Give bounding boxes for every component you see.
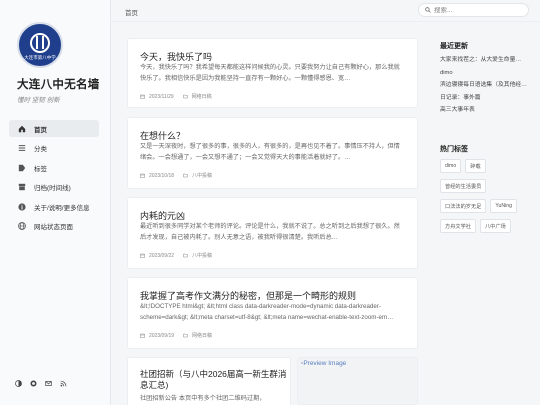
calendar-icon	[140, 333, 145, 338]
post-card[interactable]: 社团招新（与八中2026届高一新生群消息汇总) 社团招新公告 本页中有多个社团二…	[127, 357, 291, 405]
tag-chip[interactable]: 碎载	[465, 159, 486, 173]
post-meta: 2023/09/19 网络日稿	[140, 332, 212, 339]
folder-icon	[183, 253, 188, 258]
logo-ring	[30, 33, 50, 53]
post-excerpt: &lt;!DOCTYPE html&gt; &lt;html class dat…	[140, 303, 394, 321]
post-category[interactable]: 八中投稿	[192, 252, 212, 259]
calendar-icon	[140, 253, 145, 258]
divider	[111, 21, 540, 22]
tag-cloud: dimo 碎载 曾经的生活委员 口法法的岁无足 YuNing 方舟文学社 八中广…	[440, 159, 532, 233]
recent-list: 大家来找茬之：从大爱生命量… dimo 滨边寝寝每日语选集（及其他经典… 日记录…	[440, 54, 530, 117]
nav-item-status[interactable]: 网站状态页面	[9, 218, 99, 235]
post-thumbnail[interactable]: ▫Preview Image	[297, 357, 418, 405]
post-category[interactable]: 网络日稿	[192, 93, 212, 100]
theme-toggle-icon[interactable]	[15, 380, 22, 387]
nav-item-label: 网站状态页面	[34, 224, 73, 231]
thumbnail-alt: Preview Image	[303, 360, 347, 367]
info-icon	[17, 202, 27, 212]
folder-icon	[183, 333, 188, 338]
tag-chip[interactable]: YuNing	[490, 199, 518, 213]
tag-chip[interactable]: 八中广场	[479, 219, 511, 233]
post-card[interactable]: 今天，我快乐了吗 今天，我快乐了吗？我希望每天都能这样问候我的心灵。只要我努力让…	[127, 38, 418, 108]
nav-item-label: 标签	[34, 165, 47, 173]
search-icon	[425, 7, 431, 13]
post-date: 2023/09/19	[149, 332, 175, 339]
post-excerpt: 最近听到很多同学对某个老师的评论。评论是什么，我就不说了。总之听到之后我想了很久…	[140, 223, 400, 241]
folder-icon	[183, 173, 188, 178]
email-icon[interactable]	[45, 380, 52, 387]
post-date: 2023/09/22	[149, 252, 175, 259]
recent-item[interactable]: 日记录：事外篇	[440, 92, 530, 105]
post-meta: 2023/10/18 八中投稿	[140, 172, 212, 179]
recent-title: 最近更新	[440, 43, 468, 50]
github-icon[interactable]	[30, 380, 37, 387]
post-card[interactable]: 我掌握了高考作文满分的秘密，但那是一个畸形的规则 &lt;!DOCTYPE ht…	[127, 277, 418, 349]
nav-item-about[interactable]: 关于/说明/更多信息	[9, 198, 99, 215]
calendar-icon	[140, 173, 145, 178]
nav-item-home[interactable]: 首页	[9, 120, 99, 137]
home-icon	[17, 124, 27, 134]
post-card[interactable]: 内耗的元凶 最近听到很多同学对某个老师的评论。评论是什么，我就不说了。总之听到之…	[127, 197, 418, 269]
recent-item[interactable]: 大家来找茬之：从大爱生命量…	[440, 54, 530, 67]
post-excerpt: 今天，我快乐了吗？我希望每天都能这样问候我的心灵。只要我努力让自己有颗好心，那么…	[140, 64, 400, 82]
recent-item[interactable]: dimo	[440, 67, 530, 80]
post-meta: 2023/09/22 八中投稿	[140, 252, 212, 259]
nav-item-archive[interactable]: 归档(时间线)	[9, 179, 99, 196]
school-logo[interactable]: 大连市第八中学	[17, 22, 63, 68]
site-subtitle: 懂时 坚韧 创新	[17, 97, 60, 104]
post-category[interactable]: 八中投稿	[192, 172, 212, 179]
post-excerpt: 又是一天深夜时，想了很多的事，很多的人，有很多的，是再也见不着了。事情压不持人，…	[140, 143, 400, 161]
nav-item-label: 关于/说明/更多信息	[34, 204, 90, 212]
post-title[interactable]: 社团招新（与八中2026届高一新生群消息汇总)	[140, 369, 290, 391]
nav-item-label: 首页	[34, 126, 47, 134]
calendar-icon	[140, 94, 145, 99]
post-meta: 2023/11/29 网络日稿	[140, 93, 212, 100]
tag-chip[interactable]: 方舟文学社	[440, 219, 476, 233]
search-box[interactable]	[418, 3, 529, 17]
rss-icon[interactable]	[60, 380, 67, 387]
search-input[interactable]	[434, 6, 524, 14]
site-title[interactable]: 大连八中无名墙	[17, 76, 100, 92]
recent-item[interactable]: 滨边寝寝每日语选集（及其他经典…	[440, 79, 530, 92]
recent-item[interactable]: 高三大事年表	[440, 104, 530, 117]
tags-title: 热门标签	[440, 146, 468, 153]
nav-item-categories[interactable]: 分类	[9, 140, 99, 157]
tag-chip[interactable]: 曾经的生活委员	[440, 179, 487, 193]
post-card[interactable]: 在想什么？ 又是一天深夜时，想了很多的事，很多的人，有很多的，是再也见不着了。事…	[127, 117, 418, 189]
nav-item-label: 归档(时间线)	[34, 185, 71, 192]
nav-item-label: 分类	[34, 146, 47, 153]
globe-icon	[17, 221, 27, 231]
logo-text: 大连市第八中学	[24, 55, 56, 60]
post-excerpt: 社团招新公告 本页中有多个社团二维码过期，	[140, 395, 266, 402]
tag-icon	[17, 163, 27, 173]
tag-chip[interactable]: dimo	[440, 159, 462, 173]
nav-item-tags[interactable]: 标签	[9, 159, 99, 176]
archive-icon	[17, 182, 27, 192]
breadcrumb[interactable]: 首页	[125, 7, 138, 17]
tag-chip[interactable]: 口法法的岁无足	[440, 199, 487, 213]
sidebar: 大连市第八中学 大连八中无名墙 懂时 坚韧 创新 首页 分类 标签 归档(时间线…	[0, 0, 111, 405]
post-category[interactable]: 网络日稿	[192, 332, 212, 339]
list-icon	[17, 143, 27, 153]
post-date: 2023/10/18	[149, 172, 175, 179]
main-nav: 首页 分类 标签 归档(时间线) 关于/说明/更多信息 网站状态页面	[9, 120, 99, 237]
sidebar-footer	[15, 380, 67, 387]
post-date: 2023/11/29	[149, 93, 174, 100]
folder-icon	[182, 94, 188, 99]
